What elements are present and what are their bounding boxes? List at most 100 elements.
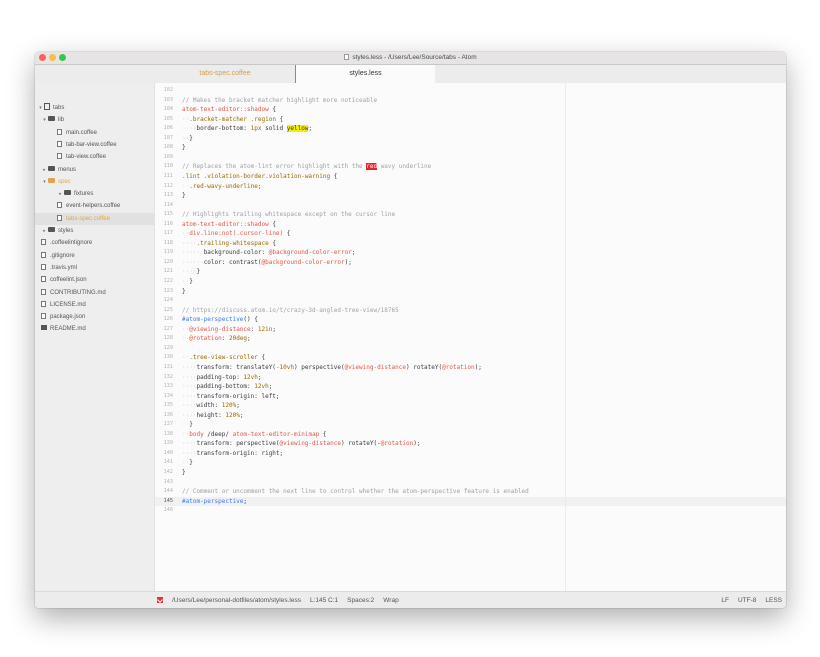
line-number[interactable]: 134 — [155, 392, 173, 402]
status-wrap[interactable]: Wrap — [383, 597, 398, 604]
text-editor[interactable]: 102 103 104 105 106 107 108 109 110 111 112 113 114 1… — [155, 83, 786, 591]
line-number[interactable]: 131 — [155, 363, 173, 373]
code-line[interactable]: ····} — [182, 267, 200, 277]
chevron-right-icon[interactable]: ▸ — [41, 164, 48, 176]
tree-item[interactable]: tab-view.coffee — [35, 151, 154, 163]
code-line[interactable]: ··.bracket-matcher .region { — [182, 115, 283, 125]
tree-item[interactable]: ▾ tabs — [35, 102, 154, 114]
line-number[interactable]: 120 — [155, 258, 173, 268]
code-line[interactable]: ······color: contrast(@background-color-… — [182, 258, 352, 268]
tree-item[interactable]: ▸ menus — [35, 164, 154, 176]
code-line[interactable]: } — [182, 468, 186, 478]
line-number[interactable]: 124 — [155, 296, 173, 306]
tree-item[interactable]: package.json — [35, 311, 154, 323]
line-number[interactable]: 116 — [155, 220, 173, 230]
line-number[interactable]: 129 — [155, 344, 173, 354]
code-line[interactable]: ··} — [182, 134, 193, 144]
chevron-down-icon[interactable]: ▾ — [37, 102, 44, 114]
tree-item[interactable]: ▸ styles — [35, 225, 154, 237]
code-line[interactable]: atom-text-editor::shadow { — [182, 220, 276, 230]
code-line[interactable]: ··@rotation: 20deg; — [182, 334, 251, 344]
line-number[interactable]: 140 — [155, 449, 173, 459]
line-number[interactable]: 113 — [155, 191, 173, 201]
status-cursor-position[interactable]: L:145 C:1 — [310, 597, 338, 604]
tree-item[interactable]: .travis.yml — [35, 262, 154, 274]
code-line[interactable]: #atom-perspective; — [182, 497, 247, 507]
tree-item[interactable]: ▸ fixtures — [35, 188, 154, 200]
line-number[interactable]: 114 — [155, 201, 173, 211]
line-number[interactable]: 143 — [155, 478, 173, 488]
line-number[interactable]: 110 — [155, 162, 173, 172]
code-line[interactable]: #atom-perspective() { — [182, 315, 258, 325]
code-line[interactable]: } — [182, 287, 186, 297]
code-line[interactable]: ··} — [182, 420, 193, 430]
code-line[interactable]: ····transform-origin: left; — [182, 392, 280, 402]
line-number[interactable]: 135 — [155, 401, 173, 411]
status-line-ending[interactable]: LF — [721, 597, 729, 604]
code-line[interactable]: } — [182, 143, 186, 153]
code-line[interactable]: ····transform: perspective(@viewing-dist… — [182, 439, 420, 449]
code-line[interactable]: ··} — [182, 277, 193, 287]
line-number[interactable]: 146 — [155, 506, 173, 516]
chevron-right-icon[interactable]: ▸ — [57, 188, 64, 200]
line-number[interactable]: 145 — [155, 497, 173, 507]
line-number[interactable]: 139 — [155, 439, 173, 449]
tree-item[interactable]: ▾ lib — [35, 114, 154, 126]
code-area[interactable]: // Makes the bracket matcher highlight m… — [182, 83, 786, 591]
line-number[interactable]: 121 — [155, 267, 173, 277]
tree-item[interactable]: LICENSE.md — [35, 299, 154, 311]
code-line[interactable]: ··@viewing-distance: 12in; — [182, 325, 276, 335]
tree-item[interactable]: tabs-spec.coffee — [35, 212, 154, 225]
line-number[interactable]: 130 — [155, 353, 173, 363]
code-line[interactable]: // Makes the bracket matcher highlight m… — [182, 96, 377, 106]
status-grammar[interactable]: LESS — [765, 597, 782, 604]
line-number[interactable]: 119 — [155, 248, 173, 258]
tree-item[interactable]: CONTRIBUTING.md — [35, 287, 154, 299]
code-line[interactable]: ····.trailing-whitespace { — [182, 239, 276, 249]
code-line[interactable]: ····padding-bottom: 12vh; — [182, 382, 272, 392]
line-number-gutter[interactable]: 102 103 104 105 106 107 108 109 110 111 112 113 114 1… — [155, 83, 173, 591]
line-number[interactable]: 118 — [155, 239, 173, 249]
line-number[interactable]: 115 — [155, 210, 173, 220]
code-line[interactable]: // Highlights trailing whitespace except… — [182, 210, 395, 220]
code-line[interactable]: ··.red-wavy-underline; — [182, 182, 262, 192]
line-number[interactable]: 108 — [155, 143, 173, 153]
line-number[interactable]: 136 — [155, 411, 173, 421]
chevron-down-icon[interactable]: ▾ — [41, 114, 48, 126]
line-number[interactable]: 117 — [155, 229, 173, 239]
code-line[interactable]: // Replaces the atom-lint error highligh… — [182, 162, 431, 172]
line-number[interactable]: 107 — [155, 134, 173, 144]
line-number[interactable]: 103 — [155, 96, 173, 106]
line-number[interactable]: 127 — [155, 325, 173, 335]
code-line[interactable]: // Comment or uncomment the next line to… — [182, 487, 529, 497]
code-line[interactable]: ··.tree-view-scroller { — [182, 353, 265, 363]
code-line[interactable]: atom-text-editor::shadow { — [182, 105, 276, 115]
title-bar[interactable]: styles.less - /Users/Lee/Source/tabs - A… — [35, 52, 786, 65]
status-file-path[interactable]: /Users/Lee/personal-dotfiles/atom/styles… — [172, 597, 301, 604]
linter-status-icon[interactable] — [157, 597, 163, 603]
line-number[interactable]: 106 — [155, 124, 173, 134]
tree-item[interactable]: tab-bar-view.coffee — [35, 139, 154, 151]
line-number[interactable]: 109 — [155, 153, 173, 163]
status-indentation[interactable]: Spaces:2 — [347, 597, 374, 604]
line-number[interactable]: 133 — [155, 382, 173, 392]
line-number[interactable]: 144 — [155, 487, 173, 497]
code-line[interactable]: .lint .violation-border.violation-warnin… — [182, 172, 337, 182]
code-line[interactable]: ··} — [182, 458, 193, 468]
tree-item[interactable]: README.md — [35, 323, 154, 335]
code-line[interactable]: } — [182, 191, 186, 201]
line-number[interactable]: 104 — [155, 105, 173, 115]
code-line[interactable]: ····border-bottom: 1px solid yellow; — [182, 124, 312, 134]
code-line[interactable]: ······background-color: @background-colo… — [182, 248, 355, 258]
code-line[interactable]: ····width: 120%; — [182, 401, 240, 411]
line-number[interactable]: 125 — [155, 306, 173, 316]
code-line[interactable]: ··div.line:not(.cursor-line) { — [182, 229, 290, 239]
line-number[interactable]: 102 — [155, 86, 173, 96]
line-number[interactable]: 132 — [155, 373, 173, 383]
tab-styles-less[interactable]: styles.less — [295, 65, 435, 83]
status-encoding[interactable]: UTF-8 — [738, 597, 756, 604]
tab-tabs-spec-coffee[interactable]: tabs-spec.coffee — [155, 65, 295, 83]
line-number[interactable]: 137 — [155, 420, 173, 430]
line-number[interactable]: 111 — [155, 172, 173, 182]
line-number[interactable]: 123 — [155, 287, 173, 297]
